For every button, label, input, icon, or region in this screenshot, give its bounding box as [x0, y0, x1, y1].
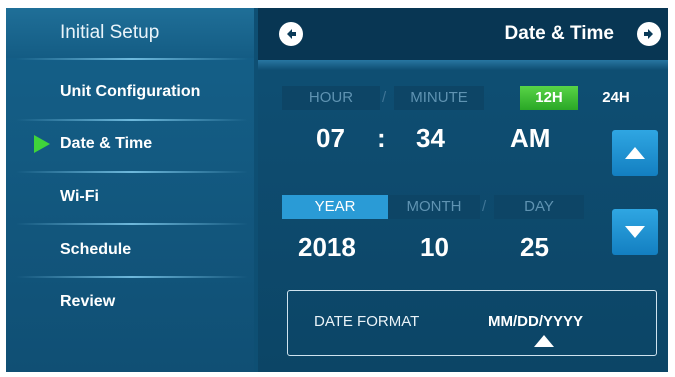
time-colon: : [377, 123, 386, 153]
triangle-up-icon [625, 147, 645, 159]
12h-toggle[interactable]: 12H [520, 86, 578, 110]
sidebar: Initial Setup Unit Configuration Date & … [6, 8, 254, 372]
24h-toggle[interactable]: 24H [586, 86, 646, 110]
sidebar-title: Initial Setup [6, 8, 254, 58]
sidebar-item-date-time[interactable]: Date & Time [6, 118, 254, 170]
circle-arrow-left-icon [287, 29, 296, 39]
forward-button[interactable] [637, 22, 661, 46]
sidebar-item-schedule[interactable]: Schedule [6, 224, 254, 276]
minute-tab[interactable]: MINUTE [394, 86, 484, 110]
day-tab[interactable]: DAY [494, 195, 584, 219]
sidebar-item-label: Schedule [60, 241, 132, 258]
page-title: Date & Time [504, 23, 614, 44]
hour-tab[interactable]: HOUR [282, 86, 380, 110]
back-button[interactable] [279, 22, 303, 46]
sidebar-item-label: Wi-Fi [60, 188, 99, 205]
sidebar-item-wi-fi[interactable]: Wi-Fi [6, 171, 254, 223]
sidebar-item-label: Date & Time [60, 135, 153, 152]
year-tab[interactable]: YEAR [282, 195, 388, 219]
header-bar: Date & Time [258, 8, 668, 60]
main-panel: Date & Time HOUR / MINUTE 12H 24H 07 : 3… [258, 8, 668, 372]
date-format-label: DATE FORMAT [314, 313, 420, 330]
day-value[interactable]: 25 [520, 232, 549, 262]
month-value[interactable]: 10 [420, 232, 449, 262]
date-format-selector[interactable]: DATE FORMAT MM/DD/YYYY [287, 290, 657, 356]
triangle-down-icon [625, 226, 645, 238]
sidebar-item-unit-configuration[interactable]: Unit Configuration [6, 66, 254, 118]
setup-screen: Initial Setup Unit Configuration Date & … [6, 8, 668, 372]
month-tab[interactable]: MONTH [388, 195, 480, 219]
year-value[interactable]: 2018 [298, 232, 356, 262]
sidebar-item-label: Review [60, 293, 116, 310]
date-format-value[interactable]: MM/DD/YYYY [488, 313, 583, 330]
sidebar-item-label: Unit Configuration [60, 83, 201, 100]
minute-value[interactable]: 34 [416, 123, 445, 153]
circle-arrow-right-icon [644, 29, 653, 39]
sidebar-item-review[interactable]: Review [6, 276, 254, 328]
separator: / [482, 198, 487, 215]
triangle-up-icon[interactable] [534, 335, 554, 347]
separator: / [382, 89, 387, 106]
header-glow [258, 60, 668, 70]
ampm-value[interactable]: AM [510, 123, 550, 153]
hour-value[interactable]: 07 [316, 123, 345, 153]
increment-button[interactable] [612, 130, 658, 176]
divider [16, 58, 248, 60]
decrement-button[interactable] [612, 209, 658, 255]
